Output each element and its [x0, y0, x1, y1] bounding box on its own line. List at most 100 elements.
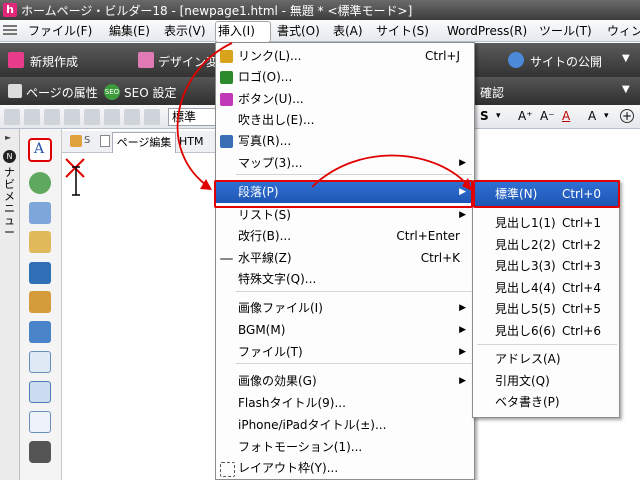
mobile-icon[interactable]: [29, 441, 51, 463]
paragraph-menu-item[interactable]: 見出し1(1) Ctrl+1: [473, 213, 619, 234]
paste-icon[interactable]: [144, 109, 160, 125]
menu-item-shortcut: Ctrl+1: [561, 216, 601, 230]
insert-menu-item[interactable]: マップ(3)... ▶: [216, 153, 474, 174]
italic-icon[interactable]: A: [588, 109, 596, 123]
insert-menu-item[interactable]: Flashタイトル(9)...: [216, 393, 474, 414]
photo-icon: [220, 135, 233, 148]
indent-icon[interactable]: [24, 109, 40, 125]
letter-a-icon: A: [34, 141, 45, 157]
font-larger-icon[interactable]: A⁺: [518, 109, 533, 123]
menu-item-label: 画像の効果(G): [238, 374, 317, 388]
page-props-button[interactable]: ページの属性: [26, 84, 98, 101]
paragraph-menu-item[interactable]: 見出し6(6) Ctrl+6: [473, 321, 619, 342]
menu-item-shortcut: Ctrl+Enter: [396, 229, 460, 243]
menu-edit[interactable]: 編集(E): [106, 22, 153, 40]
insert-menu-item[interactable]: BGM(M) ▶: [216, 320, 474, 341]
paragraph-menu-item[interactable]: アドレス(A): [473, 349, 619, 370]
menu-item-label: アドレス(A): [495, 352, 561, 366]
insert-menu-item[interactable]: リンク(L)... Ctrl+J: [216, 46, 474, 67]
insert-menu-item[interactable]: 改行(B)... Ctrl+Enter: [216, 226, 474, 247]
menu-format[interactable]: 書式(O): [274, 22, 323, 40]
tab-html[interactable]: HTM: [179, 135, 203, 148]
menu-separator: [236, 174, 472, 175]
chevron-down-icon[interactable]: ▼: [622, 84, 630, 95]
tab-page-edit[interactable]: ページ編集: [112, 132, 176, 153]
menu-separator: [477, 344, 617, 345]
align-icon[interactable]: [4, 109, 20, 125]
menu-wordpress[interactable]: WordPress(R): [444, 22, 530, 40]
add-icon[interactable]: +: [620, 109, 634, 123]
chevron-down-icon[interactable]: ▾: [496, 111, 501, 121]
menu-item-label: 見出し2(2): [495, 238, 556, 252]
link-icon[interactable]: [29, 231, 51, 253]
form-icon[interactable]: [29, 351, 51, 373]
submenu-arrow-icon: ▶: [459, 210, 466, 220]
insert-menu-item[interactable]: 画像の効果(G) ▶: [216, 371, 474, 392]
collapse-arrow-icon[interactable]: ►: [5, 133, 11, 142]
image-icon[interactable]: [44, 109, 60, 125]
site-publish-button[interactable]: サイトの公開: [530, 53, 602, 70]
confirm-button[interactable]: 確認: [480, 84, 504, 101]
insert-menu-item[interactable]: iPhone/iPadタイトル(±)...: [216, 415, 474, 436]
nav-menu-label[interactable]: ナビメニュー: [4, 167, 16, 239]
menu-item-label: リンク(L)...: [238, 49, 302, 63]
insert-menu-item[interactable]: リスト(S) ▶: [216, 205, 474, 226]
menu-view[interactable]: 表示(V): [161, 22, 209, 40]
cut-icon[interactable]: [124, 109, 140, 125]
insert-menu-item[interactable]: 画像ファイル(I) ▶: [216, 298, 474, 319]
menu-item-shortcut: Ctrl+K: [420, 251, 460, 265]
menu-item-label: ボタン(U)...: [238, 92, 304, 106]
menu-window[interactable]: ウィン: [604, 22, 640, 40]
insert-menu-item[interactable]: ロゴ(O)...: [216, 67, 474, 88]
font-style-icon[interactable]: [29, 202, 51, 224]
insert-menu-item[interactable]: フォトモーション(1)...: [216, 437, 474, 458]
annotation-paragraph-frame: [214, 180, 473, 208]
user-icon[interactable]: [29, 172, 51, 194]
paragraph-menu-item[interactable]: 見出し4(4) Ctrl+4: [473, 278, 619, 299]
insert-menu-item[interactable]: 特殊文字(Q)...: [216, 269, 474, 290]
photo-icon[interactable]: [29, 321, 51, 343]
menu-item-label: 見出し5(5): [495, 302, 556, 316]
font-color-icon[interactable]: A: [562, 109, 570, 123]
paragraph-menu-item[interactable]: 見出し3(3) Ctrl+3: [473, 256, 619, 277]
redo-icon[interactable]: [104, 109, 120, 125]
insert-menu-item[interactable]: ボタン(U)...: [216, 89, 474, 110]
menu-item-shortcut: Ctrl+5: [561, 302, 601, 316]
style-select[interactable]: 標準: [168, 108, 218, 126]
font-smaller-icon[interactable]: A⁻: [540, 109, 555, 123]
menu-item-shortcut: Ctrl+J: [425, 49, 460, 63]
new-button[interactable]: 新規作成: [30, 53, 78, 70]
hr-icon: [220, 258, 233, 260]
menu-insert[interactable]: 挿入(I): [215, 21, 271, 42]
paragraph-menu-item[interactable]: ベタ書き(P): [473, 392, 619, 413]
chevron-down-icon[interactable]: ▼: [622, 53, 630, 64]
menu-site[interactable]: サイト(S): [373, 22, 432, 40]
insert-menu-item[interactable]: ファイル(T) ▶: [216, 342, 474, 363]
list-icon[interactable]: [29, 411, 51, 433]
editor-canvas[interactable]: [62, 153, 222, 480]
strike-icon[interactable]: S: [480, 109, 489, 123]
text-insert-button[interactable]: A: [28, 138, 52, 162]
table-icon[interactable]: [29, 381, 51, 403]
s-icon: S: [84, 135, 91, 146]
insert-menu-item[interactable]: 水平線(Z) Ctrl+K: [216, 248, 474, 269]
insert-menu-item[interactable]: レイアウト枠(Y)...: [216, 458, 474, 479]
insert-menu-item[interactable]: 吹き出し(E)...: [216, 110, 474, 131]
page-props-icon: [8, 84, 22, 98]
logo-icon: [220, 71, 233, 84]
seo-settings-button[interactable]: SEO 設定: [124, 84, 176, 101]
undo-icon[interactable]: [84, 109, 100, 125]
image-icon[interactable]: [29, 291, 51, 313]
text-icon[interactable]: [64, 109, 80, 125]
menu-table[interactable]: 表(A): [330, 22, 366, 40]
page-icon: [100, 135, 110, 147]
paragraph-menu-item[interactable]: 見出し5(5) Ctrl+5: [473, 299, 619, 320]
paragraph-menu-item[interactable]: 見出し2(2) Ctrl+2: [473, 235, 619, 256]
chevron-down-icon[interactable]: ▾: [604, 111, 609, 121]
paragraph-menu-item[interactable]: 引用文(Q): [473, 371, 619, 392]
menu-file[interactable]: ファイル(F): [25, 22, 95, 40]
media-icon[interactable]: [29, 262, 51, 284]
insert-menu-item[interactable]: 写真(R)...: [216, 131, 474, 152]
layout-frame-icon: [220, 462, 235, 477]
menu-tools[interactable]: ツール(T): [536, 22, 595, 40]
